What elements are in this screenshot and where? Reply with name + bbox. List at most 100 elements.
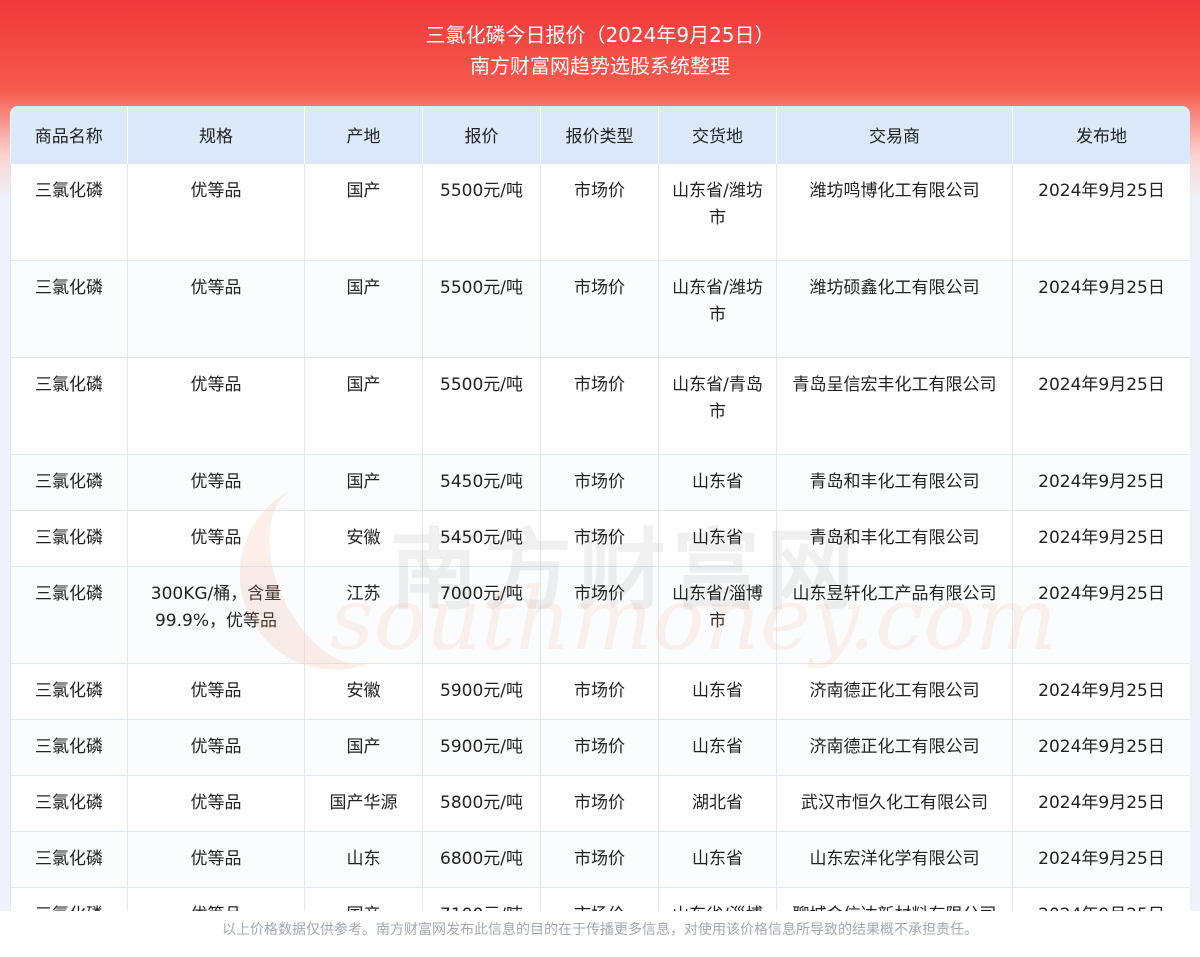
column-header: 规格 [127,106,305,164]
table-cell: 5800元/吨 [422,775,541,832]
table-cell: 山东 [304,831,423,888]
table-cell: 山东省 [658,719,777,776]
table-cell: 优等品 [127,887,305,911]
table-cell: 5450元/吨 [422,510,541,567]
table-cell: 三氯化磷 [10,719,128,776]
table-cell: 5500元/吨 [422,357,541,455]
table-cell: 济南德正化工有限公司 [776,663,1013,720]
table-cell: 山东省/淄博市 [658,566,777,664]
column-header: 发布地 [1012,106,1190,164]
table-cell: 5500元/吨 [422,163,541,261]
table-row: 三氯化磷 300KG/桶，含量99.9%，优等品 江苏 7000元/吨 市场价 山东省/淄… [10,566,1190,664]
table-cell: 市场价 [540,887,659,911]
table-cell: 安徽 [304,510,423,567]
table-cell: 6800元/吨 [422,831,541,888]
table-cell: 国产 [304,454,423,511]
table-cell: 5900元/吨 [422,663,541,720]
table-row: 三氯化磷 优等品 山东 6800元/吨 市场价 山东省 山东宏洋化学有限公司 2024年9月2… [10,831,1190,888]
table-cell: 三氯化磷 [10,454,128,511]
column-header: 产地 [304,106,423,164]
page-subtitle: 南方财富网趋势选股系统整理 [470,54,730,78]
table-cell: 300KG/桶，含量99.9%，优等品 [127,566,305,664]
table-cell: 国产华源 [304,775,423,832]
table-cell: 市场价 [540,831,659,888]
table-cell: 青岛和丰化工有限公司 [776,454,1013,511]
table-cell: 青岛呈信宏丰化工有限公司 [776,357,1013,455]
table-cell: 5500元/吨 [422,260,541,358]
table-cell: 优等品 [127,775,305,832]
table-cell: 国产 [304,357,423,455]
table-cell: 市场价 [540,163,659,261]
table-cell: 优等品 [127,831,305,888]
disclaimer: 以上价格数据仅供参考。南方财富网发布此信息的目的在于传播更多信息，对使用该价格信… [0,911,1200,957]
price-table: 商品名称 规格 产地 报价 报价类型 交货地 交易商 发布地 三氯化磷 优等品 国产… [10,106,1190,911]
table-cell: 优等品 [127,357,305,455]
table-row: 三氯化磷 优等品 安徽 5900元/吨 市场价 山东省 济南德正化工有限公司 2024年9月2… [10,663,1190,720]
table-cell: 2024年9月25日 [1012,260,1190,358]
table-cell: 市场价 [540,510,659,567]
table-cell: 市场价 [540,454,659,511]
table-cell: 2024年9月25日 [1012,357,1190,455]
table-cell: 三氯化磷 [10,260,128,358]
table-cell: 济南德正化工有限公司 [776,719,1013,776]
table-cell: 山东省/潍坊市 [658,260,777,358]
table-cell: 青岛和丰化工有限公司 [776,510,1013,567]
table-cell: 2024年9月25日 [1012,510,1190,567]
table-cell: 武汉市恒久化工有限公司 [776,775,1013,832]
table-cell: 市场价 [540,566,659,664]
table-cell: 市场价 [540,719,659,776]
price-table-card: 商品名称 规格 产地 报价 报价类型 交货地 交易商 发布地 三氯化磷 优等品 国产… [10,106,1190,911]
table-cell: 优等品 [127,260,305,358]
table-cell: 江苏 [304,566,423,664]
table-cell: 山东省 [658,454,777,511]
table-cell: 2024年9月25日 [1012,887,1190,911]
table-cell: 山东省/淄博市 [658,887,777,911]
table-row: 三氯化磷 优等品 国产 5500元/吨 市场价 山东省/青岛市 青岛呈信宏丰化工有限公司 20… [10,357,1190,455]
table-row: 三氯化磷 优等品 国产 5500元/吨 市场价 山东省/潍坊市 潍坊鸣博化工有限公司 2024… [10,163,1190,261]
table-row: 三氯化磷 优等品 国产华源 5800元/吨 市场价 湖北省 武汉市恒久化工有限公司 2024年… [10,775,1190,832]
table-cell: 7000元/吨 [422,566,541,664]
table-cell: 优等品 [127,454,305,511]
table-cell: 优等品 [127,663,305,720]
table-cell: 山东昱轩化工产品有限公司 [776,566,1013,664]
table-cell: 市场价 [540,357,659,455]
table-cell: 山东省 [658,831,777,888]
table-cell: 山东宏洋化学有限公司 [776,831,1013,888]
table-cell: 国产 [304,260,423,358]
table-cell: 2024年9月25日 [1012,566,1190,664]
table-cell: 市场价 [540,663,659,720]
table-cell: 5900元/吨 [422,719,541,776]
table-header-row: 商品名称 规格 产地 报价 报价类型 交货地 交易商 发布地 [10,106,1190,164]
table-cell: 优等品 [127,163,305,261]
table-cell: 山东省/潍坊市 [658,163,777,261]
table-cell: 5450元/吨 [422,454,541,511]
table-row: 三氯化磷 优等品 安徽 5450元/吨 市场价 山东省 青岛和丰化工有限公司 2024年9月2… [10,510,1190,567]
table-cell: 山东省/青岛市 [658,357,777,455]
table-body: 三氯化磷 优等品 国产 5500元/吨 市场价 山东省/潍坊市 潍坊鸣博化工有限公司 2024… [10,163,1190,911]
table-cell: 7100元/吨 [422,887,541,911]
table-cell: 市场价 [540,775,659,832]
table-row: 三氯化磷 优等品 国产 5900元/吨 市场价 山东省 济南德正化工有限公司 2024年9月2… [10,719,1190,776]
column-header: 交易商 [776,106,1013,164]
table-cell: 三氯化磷 [10,566,128,664]
table-cell: 山东省 [658,663,777,720]
table-cell: 三氯化磷 [10,775,128,832]
column-header: 报价 [422,106,541,164]
table-cell: 聊城金信达新材料有限公司 [776,887,1013,911]
table-cell: 2024年9月25日 [1012,663,1190,720]
table-cell: 三氯化磷 [10,663,128,720]
table-cell: 潍坊硕鑫化工有限公司 [776,260,1013,358]
table-row: 三氯化磷 优等品 国产 5500元/吨 市场价 山东省/潍坊市 潍坊硕鑫化工有限公司 2024… [10,260,1190,358]
table-cell: 国产 [304,719,423,776]
table-cell: 市场价 [540,260,659,358]
table-cell: 潍坊鸣博化工有限公司 [776,163,1013,261]
table-cell: 2024年9月25日 [1012,719,1190,776]
page-title: 三氯化磷今日报价（2024年9月25日） [425,23,775,47]
table-cell: 2024年9月25日 [1012,775,1190,832]
table-cell: 三氯化磷 [10,510,128,567]
table-row: 三氯化磷优等品国产7100元/吨市场价山东省/淄博市聊城金信达新材料有限公司20… [10,887,1190,911]
table-row: 三氯化磷 优等品 国产 5450元/吨 市场价 山东省 青岛和丰化工有限公司 2024年9月2… [10,454,1190,511]
table-cell: 三氯化磷 [10,831,128,888]
table-cell: 优等品 [127,719,305,776]
column-header: 商品名称 [10,106,128,164]
